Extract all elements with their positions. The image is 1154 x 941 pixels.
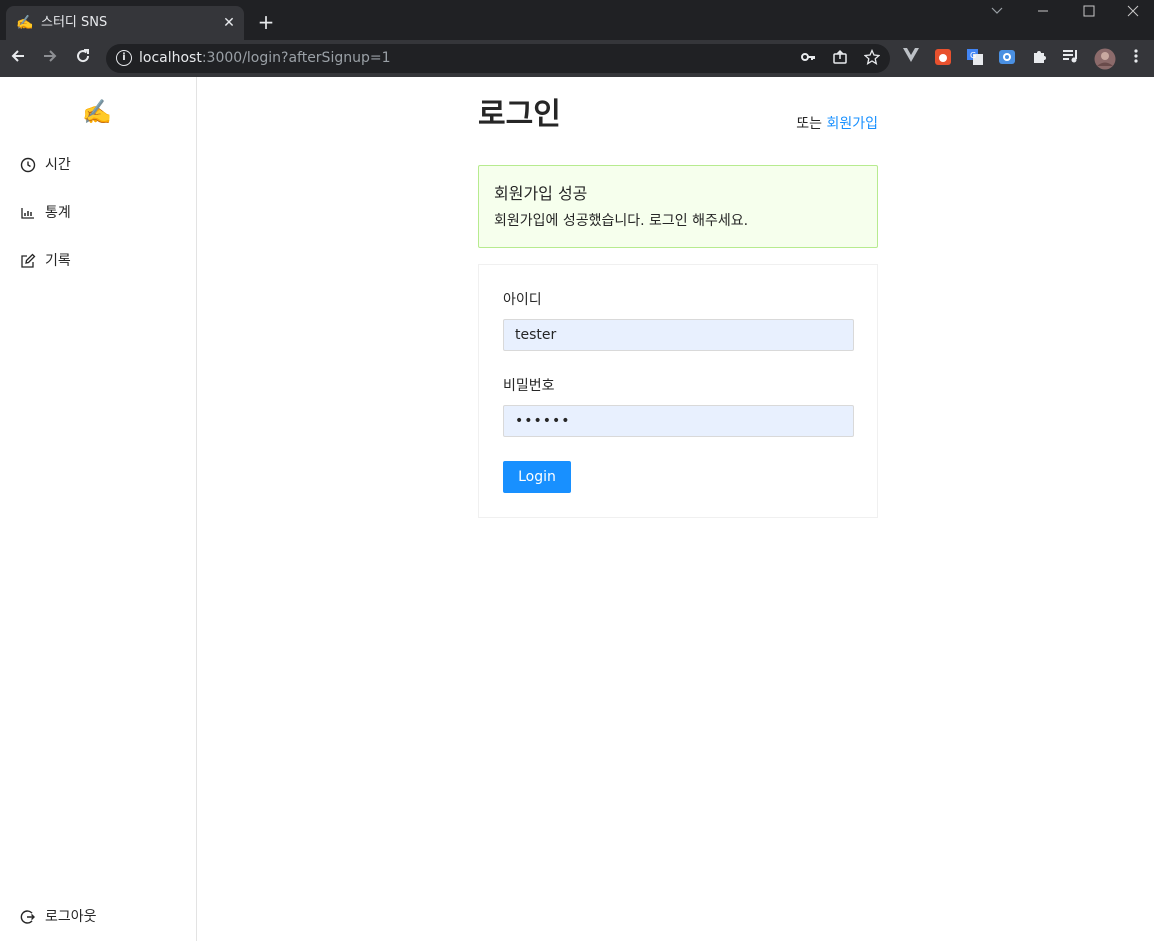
browser-tab[interactable]: ✍️ 스터디 SNS ✕ <box>6 6 244 40</box>
writing-hand-icon: ✍️ <box>16 15 34 31</box>
chevron-down-icon[interactable] <box>974 2 1020 24</box>
puzzle-icon[interactable] <box>1029 48 1049 68</box>
signup-row: 또는 회원가입 <box>796 114 878 134</box>
key-icon[interactable] <box>798 49 818 69</box>
alert-description: 회원가입에 성공했습니다. 로그인 해주세요. <box>494 213 749 229</box>
sidebar-item-label: 통계 <box>45 205 71 221</box>
close-icon[interactable]: ✕ <box>220 14 238 32</box>
password-label: 비밀번호 <box>503 378 555 394</box>
forward-button[interactable] <box>38 47 62 71</box>
logout-label: 로그아웃 <box>45 909 97 925</box>
star-icon[interactable] <box>862 48 882 69</box>
sidebar-item-record[interactable]: 기록 <box>20 250 180 272</box>
extension-icon[interactable] <box>933 48 953 68</box>
translate-icon[interactable]: G <box>965 48 985 68</box>
logout-button[interactable]: 로그아웃 <box>20 906 180 928</box>
vue-devtools-icon[interactable] <box>901 48 921 68</box>
avatar[interactable] <box>1094 48 1116 70</box>
bar-chart-icon <box>20 205 36 221</box>
share-icon[interactable] <box>830 49 850 69</box>
page: ✍️ 시간 통계 기록 로그아웃 로그인 또는 회원가입 회원가입 성공 회원가… <box>0 77 1154 941</box>
id-label: 아이디 <box>503 292 542 308</box>
page-title: 로그인 <box>478 97 561 132</box>
url-text[interactable]: localhost:3000/login?afterSignup=1 <box>139 50 391 67</box>
sidebar-item-stats[interactable]: 통계 <box>20 202 180 224</box>
maximize-button[interactable] <box>1066 2 1112 24</box>
password-input[interactable]: •••••• <box>503 405 854 437</box>
signup-prefix: 또는 <box>796 116 823 132</box>
minimize-button[interactable] <box>1020 2 1066 24</box>
tab-title: 스터디 SNS <box>41 15 108 30</box>
back-button[interactable] <box>6 47 30 71</box>
new-tab-button[interactable]: + <box>256 12 276 32</box>
writing-hand-icon[interactable]: ✍️ <box>82 97 112 127</box>
sidebar: ✍️ 시간 통계 기록 로그아웃 <box>0 77 197 941</box>
clock-icon <box>20 157 36 173</box>
media-queue-icon[interactable] <box>1061 48 1081 68</box>
sidebar-item-time[interactable]: 시간 <box>20 154 180 176</box>
screen-capture-icon[interactable] <box>997 48 1017 68</box>
info-icon[interactable]: i <box>116 50 132 66</box>
login-form: 아이디 tester 비밀번호 •••••• Login <box>478 264 878 518</box>
close-window-button[interactable] <box>1110 2 1154 24</box>
signup-link[interactable]: 회원가입 <box>826 116 878 132</box>
logout-icon <box>20 909 36 925</box>
menu-dots-icon[interactable] <box>1126 48 1146 68</box>
browser-toolbar: i localhost:3000/login?afterSignup=1 G <box>0 40 1154 77</box>
sidebar-item-label: 시간 <box>45 157 71 173</box>
reload-button[interactable] <box>71 47 95 71</box>
edit-icon <box>20 253 36 269</box>
success-alert: 회원가입 성공 회원가입에 성공했습니다. 로그인 해주세요. <box>478 165 878 248</box>
sidebar-item-label: 기록 <box>45 253 71 269</box>
address-bar[interactable]: i localhost:3000/login?afterSignup=1 <box>106 44 890 73</box>
alert-title: 회원가입 성공 <box>494 184 588 203</box>
browser-tab-bar: ✍️ 스터디 SNS ✕ + <box>0 0 1154 40</box>
id-input[interactable]: tester <box>503 319 854 351</box>
login-button[interactable]: Login <box>503 461 571 493</box>
svg-text:G: G <box>970 51 976 60</box>
